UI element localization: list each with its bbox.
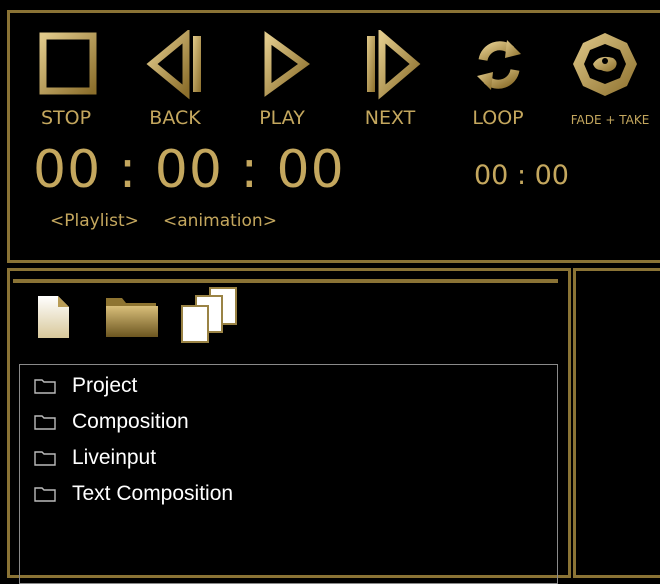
animation-label: <animation> <box>163 211 277 231</box>
back-label: BACK <box>149 107 201 129</box>
main-timecode: 00 : 00 : 00 <box>33 140 345 200</box>
folder-icon <box>34 487 56 502</box>
tree-item-text-composition[interactable]: Text Composition <box>34 478 233 510</box>
tree-item-composition[interactable]: Composition <box>34 406 189 438</box>
copy-pages-button[interactable] <box>178 286 240 348</box>
fade-take-label: FADE + TAKE <box>570 113 650 127</box>
folder-icon <box>34 415 56 430</box>
open-folder-button[interactable] <box>104 294 160 344</box>
open-folder-icon <box>106 298 158 337</box>
folder-icon <box>34 379 56 394</box>
tree-item-liveinput[interactable]: Liveinput <box>34 442 156 474</box>
project-tree[interactable]: Project Composition Liveinput Text Compo… <box>19 364 558 584</box>
playlist-label: <Playlist> <box>50 211 139 231</box>
secondary-timecode: 00 : 00 <box>474 160 569 191</box>
new-file-button[interactable] <box>36 294 72 344</box>
tree-item-label: Project <box>72 374 138 397</box>
back-icon <box>146 30 201 100</box>
loop-icon <box>477 40 521 90</box>
tree-item-label: Composition <box>72 410 189 433</box>
tree-item-label: Text Composition <box>72 482 234 505</box>
next-icon <box>367 30 421 100</box>
play-icon <box>264 31 310 97</box>
stop-icon <box>39 32 97 95</box>
fade-take-icon <box>573 33 637 96</box>
copy-pages-icon <box>181 287 237 343</box>
loop-label: LOOP <box>472 107 524 129</box>
panel-divider <box>13 279 558 283</box>
new-file-icon <box>38 296 69 338</box>
tree-item-project[interactable]: Project <box>34 370 137 402</box>
side-panel <box>573 268 660 578</box>
tree-item-label: Liveinput <box>72 446 157 469</box>
stop-label: STOP <box>40 107 92 129</box>
next-label: NEXT <box>364 107 416 129</box>
folder-icon <box>34 451 56 466</box>
play-label: PLAY <box>259 107 305 129</box>
